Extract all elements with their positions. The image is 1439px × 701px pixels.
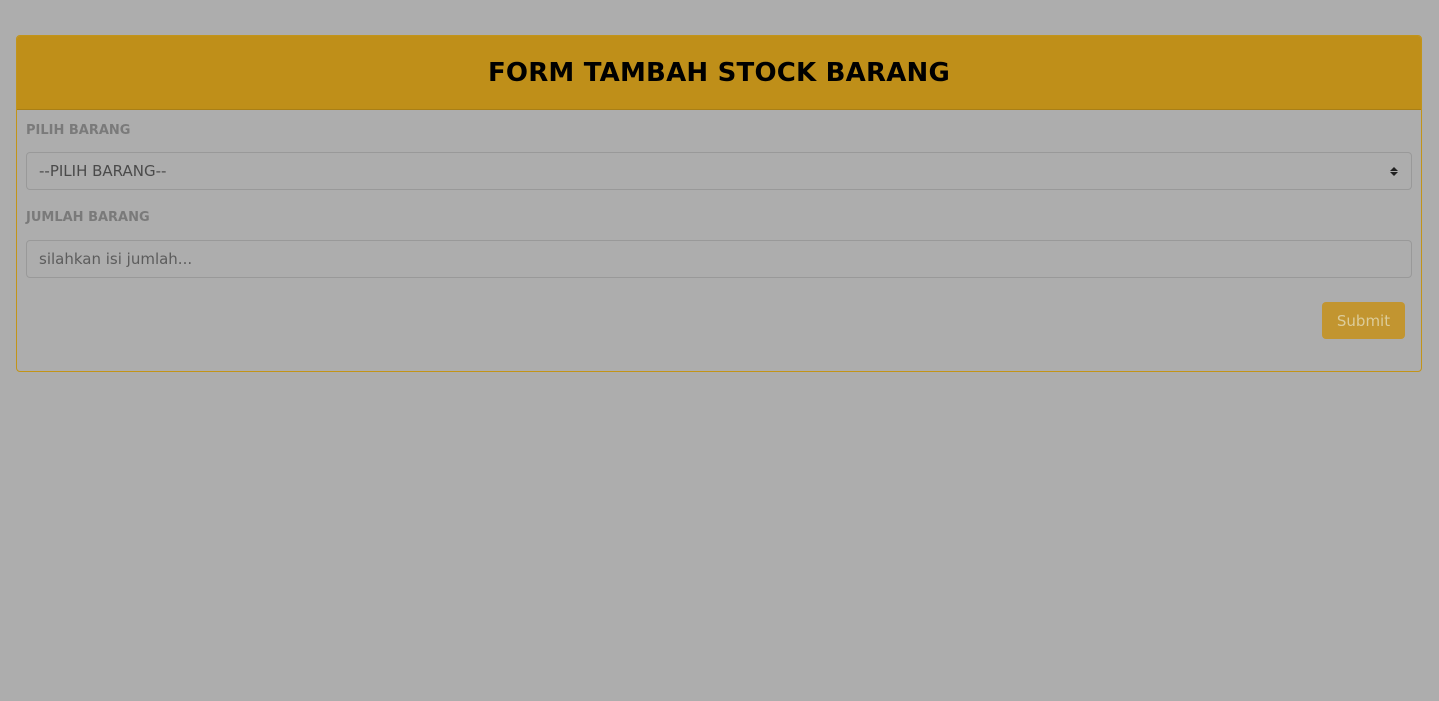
chevron-up-down-icon [1389, 165, 1399, 177]
page: FORM TAMBAH STOCK BARANG PILIH BARANG --… [0, 0, 1439, 701]
form-header: FORM TAMBAH STOCK BARANG [17, 36, 1421, 110]
add-stock-form-card: FORM TAMBAH STOCK BARANG PILIH BARANG --… [16, 35, 1422, 372]
jumlah-barang-label: JUMLAH BARANG [26, 210, 150, 225]
jumlah-barang-input[interactable] [26, 240, 1412, 278]
form-title: FORM TAMBAH STOCK BARANG [487, 57, 951, 88]
pilih-barang-selected-value: --PILIH BARANG-- [39, 162, 167, 180]
pilih-barang-label: PILIH BARANG [26, 123, 131, 138]
pilih-barang-select[interactable]: --PILIH BARANG-- [26, 152, 1412, 190]
submit-button[interactable]: Submit [1322, 302, 1405, 339]
